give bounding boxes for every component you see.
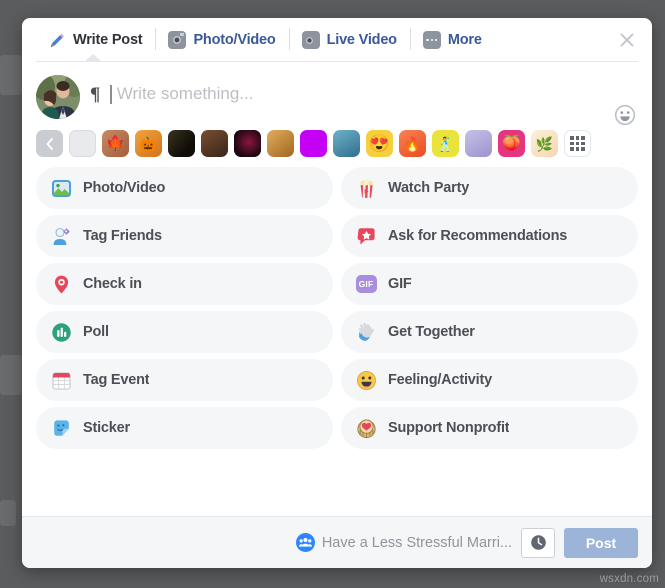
action-watch-party[interactable]: Watch Party xyxy=(341,167,638,209)
action-ask-recommendations[interactable]: Ask for Recommendations xyxy=(341,215,638,257)
avatar[interactable] xyxy=(36,75,80,119)
background-swatch-palm-leaf[interactable]: 🌿 xyxy=(531,130,558,157)
watermark: wsxdn.com xyxy=(599,573,659,585)
paragraph-format-icon[interactable]: ¶ xyxy=(90,85,100,104)
post-button[interactable]: Post xyxy=(564,527,638,558)
background-swatch-blue-abstract[interactable] xyxy=(333,130,360,157)
background-swatch-golden-leaf[interactable] xyxy=(267,130,294,157)
background-prev-button[interactable] xyxy=(36,130,63,157)
action-label: Ask for Recommendations xyxy=(388,228,568,244)
tab-label: Photo/Video xyxy=(193,32,276,48)
tab-label: More xyxy=(447,32,482,48)
background-swatch-dark-leaf[interactable] xyxy=(168,130,195,157)
background-swatch-magenta[interactable] xyxy=(300,130,327,157)
background-page-element xyxy=(0,55,22,95)
calendar-icon xyxy=(50,369,72,391)
action-label: Photo/Video xyxy=(83,180,166,196)
waving-hand-icon xyxy=(355,321,377,343)
action-support-nonprofit[interactable]: Support Nonprofit xyxy=(341,407,638,449)
clock-icon xyxy=(530,535,546,550)
action-label: Tag Friends xyxy=(83,228,162,244)
audience-label: Have a Less Stressful Marri... xyxy=(321,534,512,551)
action-label: Support Nonprofit xyxy=(388,420,510,436)
background-page-element xyxy=(0,500,16,526)
tab-live-video[interactable]: Live Video xyxy=(288,25,410,55)
background-swatch-plain-white[interactable] xyxy=(69,130,96,157)
background-swatch-autumn-leaf[interactable]: 🍁 xyxy=(102,130,129,157)
action-label: Get Together xyxy=(388,324,475,340)
action-photo-video[interactable]: Photo/Video xyxy=(36,167,333,209)
action-feeling-activity[interactable]: Feeling/Activity xyxy=(341,359,638,401)
heart-coin-icon xyxy=(355,417,377,439)
modal-header: Write Post Photo/Video Live Video More xyxy=(22,18,652,63)
grid-icon xyxy=(570,136,585,151)
post-text-placeholder: Write something... xyxy=(116,84,254,103)
background-swatch-peach[interactable]: 🍑 xyxy=(498,130,525,157)
composer-tabs: Write Post Photo/Video Live Video More xyxy=(36,25,495,55)
background-swatch-dancer[interactable]: 🕺 xyxy=(432,130,459,157)
background-swatch-pumpkin[interactable]: 🎃 xyxy=(135,130,162,157)
action-label: Tag Event xyxy=(83,372,150,388)
action-get-together[interactable]: Get Together xyxy=(341,311,638,353)
post-options-grid: Photo/Video Watch Party Tag Friends Ask … xyxy=(22,167,652,449)
video-camera-icon xyxy=(301,31,320,49)
action-label: Check in xyxy=(83,276,142,292)
background-swatch-fire[interactable]: 🔥 xyxy=(399,130,426,157)
action-label: Watch Party xyxy=(388,180,470,196)
action-label: Feeling/Activity xyxy=(388,372,492,388)
pencil-icon xyxy=(49,32,66,49)
popcorn-icon xyxy=(355,177,377,199)
background-swatch-dark-berry[interactable] xyxy=(234,130,261,157)
tab-label: Live Video xyxy=(326,32,397,48)
background-swatch-purple-cube[interactable] xyxy=(465,130,492,157)
action-tag-friends[interactable]: Tag Friends xyxy=(36,215,333,257)
action-check-in[interactable]: Check in xyxy=(36,263,333,305)
sticker-icon xyxy=(50,417,72,439)
gif-icon: GIF xyxy=(355,273,377,295)
close-icon xyxy=(620,33,634,47)
background-page-element xyxy=(0,355,22,395)
background-grid-button[interactable] xyxy=(564,130,591,157)
compose-area: ¶ Write something... xyxy=(22,62,652,128)
modal-footer: Have a Less Stressful Marri... Post xyxy=(22,516,652,568)
action-poll[interactable]: Poll xyxy=(36,311,333,353)
background-picker-row: 🍁 🎃 😍 🔥 🕺 🍑 🌿 xyxy=(22,128,652,167)
action-tag-event[interactable]: Tag Event xyxy=(36,359,333,401)
action-label: GIF xyxy=(388,276,412,292)
background-swatch-heart-eyes[interactable]: 😍 xyxy=(366,130,393,157)
group-people-icon xyxy=(295,533,315,552)
audience-selector[interactable]: Have a Less Stressful Marri... xyxy=(295,533,512,552)
location-pin-icon xyxy=(50,273,72,295)
close-button[interactable] xyxy=(614,27,640,53)
post-text-field[interactable]: ¶ Write something... xyxy=(90,75,638,104)
emoji-smiley-icon xyxy=(614,104,636,126)
background-swatch-acorns[interactable] xyxy=(201,130,228,157)
tab-write-post[interactable]: Write Post xyxy=(36,25,155,55)
action-label: Sticker xyxy=(83,420,130,436)
tab-label: Write Post xyxy=(73,32,143,48)
photo-video-icon xyxy=(50,177,72,199)
emoji-picker-button[interactable] xyxy=(614,104,636,126)
schedule-post-button[interactable] xyxy=(521,527,555,558)
action-sticker[interactable]: Sticker xyxy=(36,407,333,449)
action-label: Poll xyxy=(83,324,109,340)
text-caret xyxy=(110,84,112,104)
smiley-face-icon xyxy=(355,369,377,391)
action-gif[interactable]: GIF GIF xyxy=(341,263,638,305)
speech-bubble-star-icon xyxy=(355,225,377,247)
tab-more[interactable]: More xyxy=(409,25,495,55)
tab-photo-video[interactable]: Photo/Video xyxy=(155,25,288,55)
create-post-modal: Write Post Photo/Video Live Video More ¶… xyxy=(22,18,652,568)
tag-friends-icon xyxy=(50,225,72,247)
active-tab-caret xyxy=(84,54,102,63)
chevron-left-icon xyxy=(46,137,53,150)
poll-icon xyxy=(50,321,72,343)
camera-icon xyxy=(168,31,187,49)
ellipsis-icon xyxy=(422,31,441,49)
